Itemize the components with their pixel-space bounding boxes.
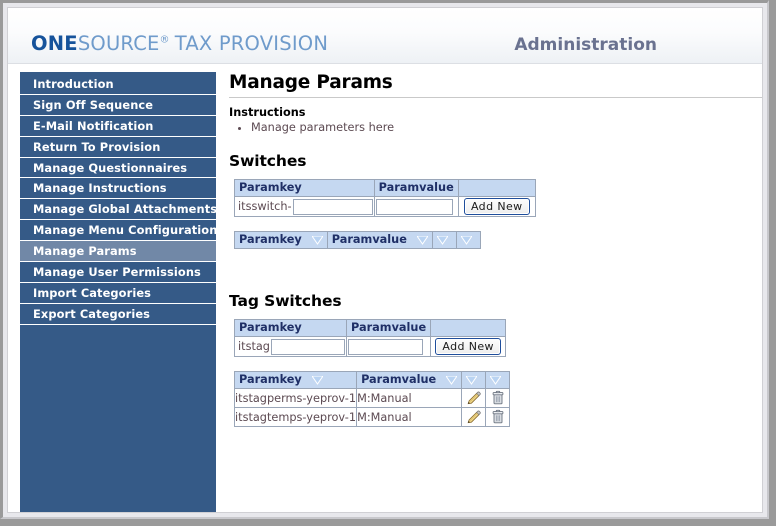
tag-switches-row-paramkey: itstagperms-yeprov-1 xyxy=(233,388,358,408)
switches-add-new-button[interactable]: Add New xyxy=(463,198,530,215)
sidebar-item-import-categories[interactable]: Import Categories xyxy=(20,282,216,304)
tag-switches-row-paramvalue: M:Manual xyxy=(356,407,463,427)
tag-switches-add-header-actions xyxy=(430,319,507,337)
pencil-edit-icon[interactable] xyxy=(466,390,482,406)
switches-list-header-paramvalue[interactable]: Paramvalue xyxy=(326,231,433,249)
onesource-logo: ONESOURCE® TAX PROVISION xyxy=(31,32,328,55)
switches-list-table: Paramkey Paramvalue xyxy=(234,231,481,249)
sort-descending-arrow-icon[interactable] xyxy=(311,375,323,385)
sidebar-item-manage-user-permissions[interactable]: Manage User Permissions xyxy=(20,262,216,283)
instructions-list: Manage parameters here xyxy=(229,121,754,135)
tag-switches-paramvalue-cell xyxy=(345,336,432,357)
tag-switches-add-form-table: Paramkey Paramvalue itstag Add New xyxy=(234,319,507,357)
title-divider xyxy=(229,97,762,98)
switches-list-header-paramvalue-label: Paramvalue xyxy=(331,233,407,246)
sidebar-item-sign-off-sequence[interactable]: Sign Off Sequence xyxy=(20,94,216,116)
tag-switches-row-paramkey: itstagtemps-yeprov-1 xyxy=(233,407,358,427)
switches-add-header-paramkey: Paramkey xyxy=(234,179,375,197)
tag-switches-paramvalue-input[interactable] xyxy=(348,338,423,355)
table-header-row: Paramkey Paramvalue xyxy=(233,371,511,389)
tag-switches-row-edit-cell[interactable] xyxy=(461,388,487,408)
switches-section-title: Switches xyxy=(229,152,307,170)
sidebar-item-return-to-provision[interactable]: Return To Provision xyxy=(20,136,216,158)
switches-paramkey-cell: itsswitch- xyxy=(234,196,375,217)
page-title: Manage Params xyxy=(229,72,393,93)
pencil-edit-icon[interactable] xyxy=(466,409,482,425)
tag-switches-paramkey-prefix: itstag xyxy=(238,340,270,353)
tag-switches-list-header-paramvalue-label: Paramvalue xyxy=(361,373,437,386)
sidebar-navigation: Introduction Sign Off Sequence E-Mail Noti… xyxy=(20,72,224,512)
tag-switches-section-title: Tag Switches xyxy=(229,292,342,310)
logo-tax-provision-text: TAX PROVISION xyxy=(174,32,329,55)
tag-switches-list-body: itstagperms-yeprov-1 M:Manual itstagtemps-… xyxy=(233,388,511,427)
tag-switches-row-edit-cell[interactable] xyxy=(461,407,487,427)
tag-switches-row-delete-cell[interactable] xyxy=(485,388,511,408)
sidebar-item-manage-instructions[interactable]: Manage Instructions xyxy=(20,178,216,200)
tag-switches-row-paramvalue: M:Manual xyxy=(356,388,463,408)
app-banner: ONESOURCE® TAX PROVISION Administration xyxy=(8,8,762,64)
sort-descending-arrow-icon[interactable] xyxy=(460,235,472,245)
tag-switches-add-header-paramkey: Paramkey xyxy=(234,319,347,337)
sidebar-item-e-mail-notification[interactable]: E-Mail Notification xyxy=(20,115,216,137)
logo-one-text: ONE xyxy=(31,32,78,55)
sort-descending-arrow-icon[interactable] xyxy=(311,235,323,245)
table-row: itsswitch- Add New xyxy=(234,196,536,217)
sort-descending-arrow-icon[interactable] xyxy=(416,235,428,245)
instruction-item: Manage parameters here xyxy=(251,121,754,135)
tag-switches-list-header-paramkey[interactable]: Paramkey xyxy=(233,371,358,389)
tag-switches-row-delete-cell[interactable] xyxy=(485,407,511,427)
switches-list-header-delete[interactable] xyxy=(455,231,481,249)
logo-source-text: SOURCE xyxy=(77,32,160,55)
switches-add-button-cell: Add New xyxy=(457,196,536,217)
module-title: Administration xyxy=(514,35,657,55)
main-content: Manage Params Instructions Manage parame… xyxy=(220,66,762,512)
tag-switches-add-header-paramvalue: Paramvalue xyxy=(345,319,432,337)
tag-switches-list-header-delete[interactable] xyxy=(485,371,511,389)
table-row: itstagperms-yeprov-1 M:Manual xyxy=(233,388,511,408)
instructions-heading: Instructions xyxy=(229,106,306,119)
browser-window-frame: ONESOURCE® TAX PROVISION Administration I… xyxy=(0,0,776,526)
switches-add-header-paramvalue: Paramvalue xyxy=(373,179,459,197)
switches-list-header-paramkey[interactable]: Paramkey xyxy=(234,231,328,249)
switches-list-header-edit[interactable] xyxy=(431,231,457,249)
sidebar-item-introduction[interactable]: Introduction xyxy=(20,74,216,95)
sidebar-item-manage-global-attachments[interactable]: Manage Global Attachments xyxy=(20,199,217,221)
switches-paramvalue-input[interactable] xyxy=(375,198,453,215)
switches-paramkey-prefix: itsswitch- xyxy=(238,200,292,213)
table-row: itstagtemps-yeprov-1 M:Manual xyxy=(233,407,511,427)
trash-delete-icon[interactable] xyxy=(490,409,506,425)
tag-switches-list-header-paramkey-label: Paramkey xyxy=(239,373,302,386)
sidebar-item-manage-menu-configurations[interactable]: Manage Menu Configurations xyxy=(20,220,224,242)
trash-delete-icon[interactable] xyxy=(490,390,506,406)
table-row: itstag Add New xyxy=(234,336,507,357)
registered-trademark-icon: ® xyxy=(159,34,170,46)
tag-switches-list-table: Paramkey Paramvalue itstagperms-yeprov-1… xyxy=(233,371,511,427)
table-header-row: Paramkey Paramvalue xyxy=(234,231,481,249)
tag-switches-list-header-edit[interactable] xyxy=(461,371,487,389)
sort-descending-arrow-icon[interactable] xyxy=(436,235,448,245)
sort-descending-arrow-icon[interactable] xyxy=(490,375,502,385)
switches-list-header-paramkey-label: Paramkey xyxy=(239,233,302,246)
window-inner: ONESOURCE® TAX PROVISION Administration I… xyxy=(0,0,769,519)
sidebar-item-manage-questionnaires[interactable]: Manage Questionnaires xyxy=(20,157,216,179)
table-header-row: Paramkey Paramvalue xyxy=(234,319,507,337)
page-canvas: ONESOURCE® TAX PROVISION Administration I… xyxy=(7,7,763,513)
sort-descending-arrow-icon[interactable] xyxy=(466,375,478,385)
tag-switches-paramkey-cell: itstag xyxy=(234,336,347,357)
sidebar-item-manage-params[interactable]: Manage Params xyxy=(20,241,216,263)
sort-descending-arrow-icon[interactable] xyxy=(446,375,458,385)
switches-paramvalue-cell xyxy=(373,196,459,217)
tag-switches-paramkey-input[interactable] xyxy=(270,338,345,355)
switches-paramkey-input[interactable] xyxy=(292,198,373,215)
sidebar-item-export-categories[interactable]: Export Categories xyxy=(20,303,216,325)
table-header-row: Paramkey Paramvalue xyxy=(234,179,536,197)
switches-add-form-table: Paramkey Paramvalue itsswitch- Add New xyxy=(234,179,536,217)
tag-switches-list-header-paramvalue[interactable]: Paramvalue xyxy=(356,371,463,389)
tag-switches-add-new-button[interactable]: Add New xyxy=(435,338,501,355)
switches-add-header-actions xyxy=(457,179,536,197)
tag-switches-add-button-cell: Add New xyxy=(430,336,507,357)
